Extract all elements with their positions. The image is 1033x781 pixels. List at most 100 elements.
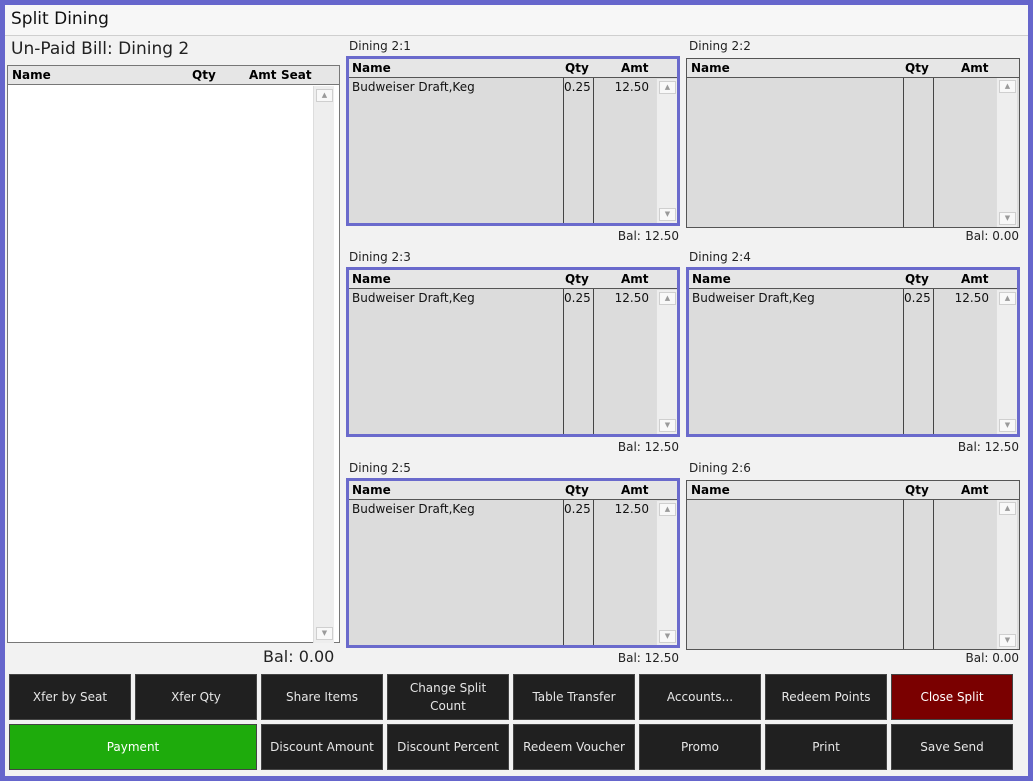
promo-button[interactable]: Promo	[639, 724, 761, 770]
item-qty: 0.25	[904, 291, 931, 305]
col-amt: Amt	[621, 272, 649, 286]
col-name: Name	[352, 272, 391, 286]
scroll-up-icon[interactable]: ▲	[659, 81, 676, 94]
scroll-up-icon[interactable]: ▲	[659, 503, 676, 516]
col-qty: Qty	[905, 61, 929, 75]
scroll-down-icon[interactable]: ▼	[999, 212, 1016, 225]
split-balance: Bal: 12.50	[617, 440, 679, 454]
unpaid-balance: Bal: 0.00	[263, 647, 335, 666]
split-panel-6[interactable]: Name Qty Amt ▲ ▼	[686, 480, 1020, 650]
scroll-down-icon[interactable]: ▼	[999, 634, 1016, 647]
col-amt: Amt	[961, 61, 989, 75]
split-balance: Bal: 12.50	[617, 651, 679, 665]
payment-button[interactable]: Payment	[9, 724, 257, 770]
split-balance: Bal: 0.00	[965, 229, 1020, 243]
unpaid-bill-header: Name Qty Amt Seat	[8, 66, 339, 85]
split-label: Dining 2:6	[689, 461, 751, 475]
unpaid-col-qty: Qty	[192, 68, 216, 82]
print-button[interactable]: Print	[765, 724, 887, 770]
change-split-count-button[interactable]: Change Split Count	[387, 674, 509, 720]
item-amt: 12.50	[614, 502, 649, 516]
split-balance: Bal: 0.00	[965, 651, 1020, 665]
split-balance: Bal: 12.50	[957, 440, 1019, 454]
col-amt: Amt	[621, 483, 649, 497]
item-qty: 0.25	[564, 80, 591, 94]
col-name: Name	[352, 61, 391, 75]
col-name: Name	[352, 483, 391, 497]
split-panel-2[interactable]: Name Qty Amt ▲ ▼	[686, 58, 1020, 228]
split-panel-5[interactable]: Name Qty Amt Budweiser Draft,Keg 0.25 12…	[346, 478, 680, 648]
scroll-down-icon[interactable]: ▼	[659, 208, 676, 221]
col-qty: Qty	[905, 272, 929, 286]
col-amt: Amt	[621, 61, 649, 75]
item-amt: 12.50	[614, 80, 649, 94]
split-scrollbar[interactable]: ▲ ▼	[996, 78, 1017, 227]
split-scrollbar[interactable]: ▲ ▼	[996, 500, 1017, 649]
item-amt: 12.50	[954, 291, 989, 305]
xfer-by-seat-button[interactable]: Xfer by Seat	[9, 674, 131, 720]
item-name: Budweiser Draft,Keg	[692, 291, 815, 305]
unpaid-bill-title: Un-Paid Bill: Dining 2	[11, 39, 190, 59]
scroll-up-icon[interactable]: ▲	[999, 80, 1016, 93]
split-item-row[interactable]: Budweiser Draft,Keg 0.25 12.50	[349, 502, 655, 518]
scroll-up-icon[interactable]: ▲	[659, 292, 676, 305]
col-qty: Qty	[905, 483, 929, 497]
split-panel-header: Name Qty Amt	[689, 270, 1017, 289]
unpaid-scrollbar[interactable]: ▲ ▼	[313, 86, 334, 643]
split-scrollbar[interactable]: ▲ ▼	[656, 79, 677, 223]
scroll-down-icon[interactable]: ▼	[999, 419, 1016, 432]
window-title: Split Dining	[5, 5, 1028, 36]
scroll-up-icon[interactable]: ▲	[999, 292, 1016, 305]
item-name: Budweiser Draft,Keg	[352, 291, 475, 305]
split-scrollbar[interactable]: ▲ ▼	[656, 290, 677, 434]
split-label: Dining 2:3	[349, 250, 411, 264]
scroll-down-icon[interactable]: ▼	[316, 627, 333, 640]
split-label: Dining 2:4	[689, 250, 751, 264]
split-panel-header: Name Qty Amt	[349, 481, 677, 500]
col-amt: Amt	[961, 483, 989, 497]
split-dining-window: Split Dining Un-Paid Bill: Dining 2 Name…	[5, 5, 1028, 776]
xfer-qty-button[interactable]: Xfer Qty	[135, 674, 257, 720]
col-name: Name	[691, 483, 730, 497]
col-qty: Qty	[565, 61, 589, 75]
col-qty: Qty	[565, 483, 589, 497]
split-scrollbar[interactable]: ▲ ▼	[996, 290, 1017, 434]
accounts-button[interactable]: Accounts...	[639, 674, 761, 720]
split-panel-4[interactable]: Name Qty Amt Budweiser Draft,Keg 0.25 12…	[686, 267, 1020, 437]
split-item-row[interactable]: Budweiser Draft,Keg 0.25 12.50	[349, 80, 655, 96]
share-items-button[interactable]: Share Items	[261, 674, 383, 720]
unpaid-col-amt: Amt	[249, 68, 277, 82]
col-qty: Qty	[565, 272, 589, 286]
scroll-down-icon[interactable]: ▼	[659, 419, 676, 432]
scroll-up-icon[interactable]: ▲	[316, 89, 333, 102]
split-item-row[interactable]: Budweiser Draft,Keg 0.25 12.50	[689, 291, 995, 307]
scroll-down-icon[interactable]: ▼	[659, 630, 676, 643]
split-panel-1[interactable]: Name Qty Amt Budweiser Draft,Keg 0.25 12…	[346, 56, 680, 226]
unpaid-col-name: Name	[12, 68, 51, 82]
item-name: Budweiser Draft,Keg	[352, 502, 475, 516]
close-split-button[interactable]: Close Split	[891, 674, 1013, 720]
discount-percent-button[interactable]: Discount Percent	[387, 724, 509, 770]
table-transfer-button[interactable]: Table Transfer	[513, 674, 635, 720]
unpaid-bill-list[interactable]: Name Qty Amt Seat ▲ ▼	[7, 65, 340, 643]
redeem-points-button[interactable]: Redeem Points	[765, 674, 887, 720]
split-panel-header: Name Qty Amt	[687, 59, 1019, 78]
discount-amount-button[interactable]: Discount Amount	[261, 724, 383, 770]
split-balance: Bal: 12.50	[617, 229, 679, 243]
split-panel-3[interactable]: Name Qty Amt Budweiser Draft,Keg 0.25 12…	[346, 267, 680, 437]
scroll-up-icon[interactable]: ▲	[999, 502, 1016, 515]
split-scrollbar[interactable]: ▲ ▼	[656, 501, 677, 645]
item-qty: 0.25	[564, 502, 591, 516]
save-send-button[interactable]: Save Send	[891, 724, 1013, 770]
split-item-row[interactable]: Budweiser Draft,Keg 0.25 12.50	[349, 291, 655, 307]
item-amt: 12.50	[614, 291, 649, 305]
item-name: Budweiser Draft,Keg	[352, 80, 475, 94]
item-qty: 0.25	[564, 291, 591, 305]
col-amt: Amt	[961, 272, 989, 286]
unpaid-col-seat: Seat	[281, 68, 312, 82]
split-label: Dining 2:1	[349, 39, 411, 53]
redeem-voucher-button[interactable]: Redeem Voucher	[513, 724, 635, 770]
split-panel-header: Name Qty Amt	[349, 270, 677, 289]
split-panel-header: Name Qty Amt	[349, 59, 677, 78]
split-label: Dining 2:2	[689, 39, 751, 53]
